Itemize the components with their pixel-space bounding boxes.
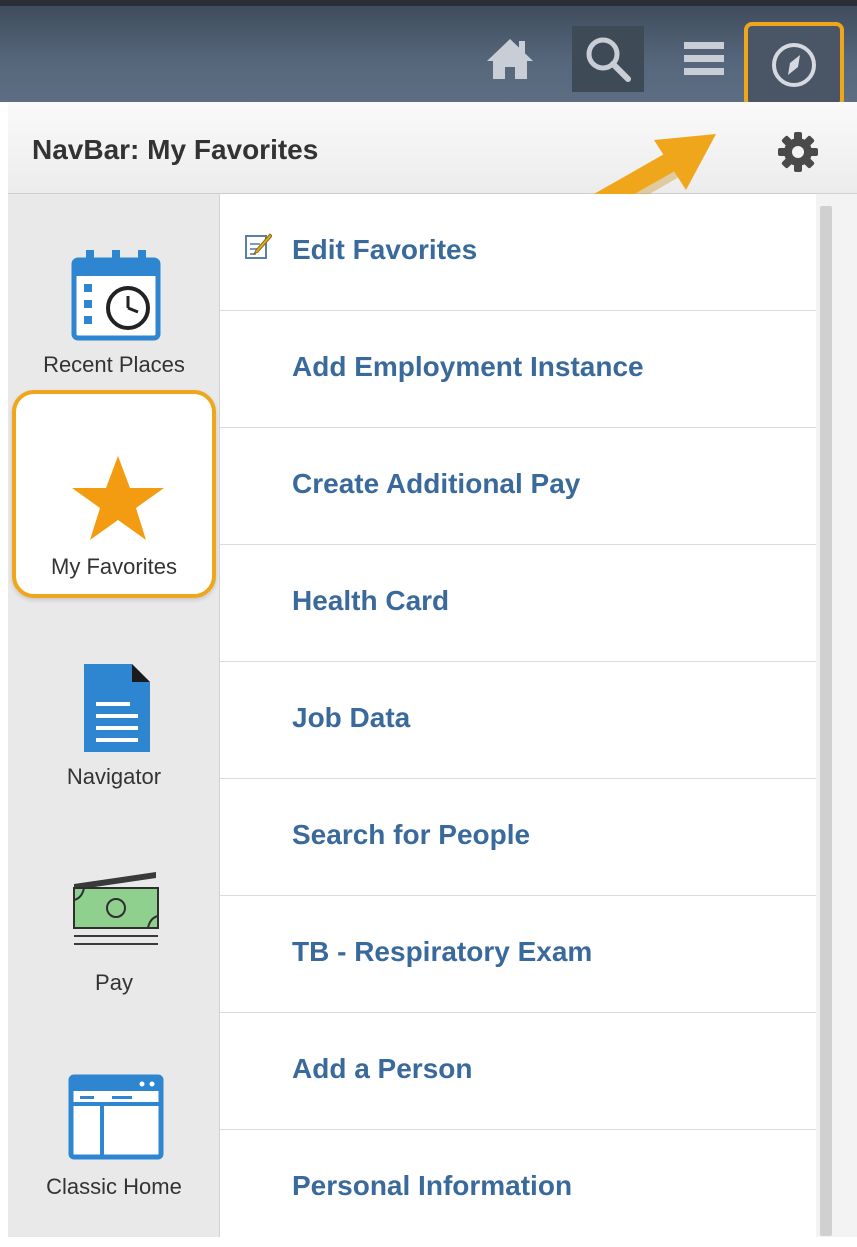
page-title: NavBar: My Favorites [32,134,319,165]
sidebar-item-recent-places[interactable]: Recent Places [8,194,220,390]
list-item-label: Edit Favorites [292,234,478,265]
list-item[interactable]: Add a Person [220,1013,816,1130]
list-item[interactable]: Search for People [220,779,816,896]
scrollbar-thumb[interactable] [820,206,832,1236]
gear-icon[interactable] [776,130,820,174]
sidebar-item-label: Pay [95,970,133,995]
list-item-label: Add a Person [292,1053,473,1084]
actions-menu-button[interactable] [676,28,732,90]
money-icon [73,872,159,945]
list-item-label: Create Additional Pay [292,468,581,499]
sidebar-item-label: Classic Home [46,1174,182,1199]
navbar-button[interactable] [744,22,844,108]
list-item-label: TB - Respiratory Exam [292,936,593,967]
star-icon [72,456,164,540]
search-button[interactable] [572,26,644,92]
home-button[interactable] [482,28,538,90]
list-item[interactable]: Job Data [220,662,816,779]
list-item-label: Add Employment Instance [292,351,644,382]
list-item-label: Search for People [292,819,531,850]
menu-icon [684,42,724,75]
calendar-clock-icon [71,250,161,341]
scrollbar-track[interactable] [816,194,857,1237]
list-item-label: Health Card [292,585,450,616]
list-item-label: Job Data [292,702,411,733]
list-item[interactable]: TB - Respiratory Exam [220,896,816,1013]
home-icon [487,39,533,79]
sidebar-item-my-favorites[interactable]: My Favorites [12,390,216,598]
sidebar-item-navigator[interactable]: Navigator [8,614,220,814]
edit-favorites-link[interactable]: Edit Favorites [220,194,816,311]
sidebar-item-pay[interactable]: Pay [8,834,220,1014]
list-item[interactable]: Personal Information [220,1130,816,1247]
navbar-compass-icon [772,43,816,87]
left-edge [0,102,8,1237]
sidebar-item-label: Recent Places [43,352,185,377]
browser-window-icon [68,1074,164,1160]
list-item[interactable]: Create Additional Pay [220,428,816,545]
sidebar-item-label: My Favorites [51,554,177,579]
sidebar-item-label: Navigator [66,764,162,789]
favorites-list: Edit Favorites Add Employment Instance C… [220,194,816,1237]
top-navigation-bar [0,0,857,108]
sidebar-item-classic-home[interactable]: Classic Home [8,1044,220,1237]
list-item[interactable]: Health Card [220,545,816,662]
list-item[interactable]: Add Employment Instance [220,311,816,428]
edit-icon [245,233,272,259]
list-item-label: Personal Information [292,1170,573,1201]
search-icon [586,37,631,82]
document-icon [84,664,150,752]
navbar-sidebar: Recent Places My Favorites Navigator Pay… [8,194,220,1237]
